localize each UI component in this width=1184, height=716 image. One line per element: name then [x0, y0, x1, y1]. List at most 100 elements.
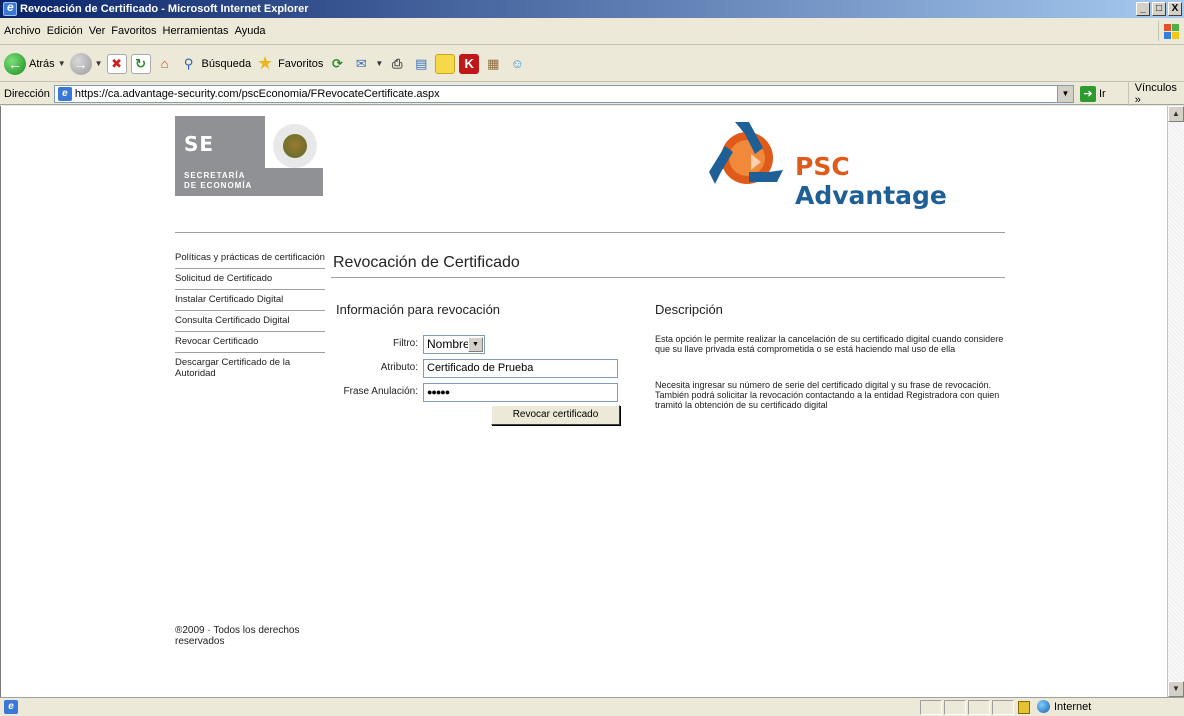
menu-archivo[interactable]: Archivo [4, 25, 47, 37]
se-logo-line1: SECRETARÍA [184, 171, 246, 180]
page-status-icon: e [4, 700, 18, 714]
address-url[interactable]: https://ca.advantage-security.com/pscEco… [75, 88, 440, 100]
back-arrow-icon: ← [4, 52, 26, 75]
status-pane [992, 700, 1014, 715]
revoke-button[interactable]: Revocar certificado [491, 405, 620, 425]
search-label: Búsqueda [201, 57, 252, 70]
address-input[interactable]: e https://ca.advantage-security.com/pscE… [53, 84, 1074, 103]
go-label: Ir [1098, 87, 1106, 100]
chevron-down-icon[interactable]: ▼ [375, 59, 383, 68]
menu-ver[interactable]: Ver [89, 25, 112, 37]
search-icon: ⚲ [183, 55, 194, 71]
header-divider [175, 232, 1005, 233]
psc-logo-psc: PSC [795, 152, 850, 181]
attribute-label: Atributo: [380, 362, 418, 373]
zone-label: Internet [1054, 700, 1092, 713]
favorites-label: Favoritos [278, 57, 324, 70]
psc-logo-text: PSC Advantage [795, 152, 1005, 210]
status-pane [944, 700, 966, 715]
attribute-input[interactable]: Certificado de Prueba [423, 359, 618, 378]
se-logo: SE SECRETARÍA DE ECONOMÍA [175, 116, 323, 196]
title-divider [331, 277, 1005, 278]
globe-icon [1037, 700, 1050, 713]
sidebar-item-install[interactable]: Instalar Certificado Digital [175, 290, 325, 311]
footer-copyright: ®2009 · Todos los derechos reservados [175, 625, 300, 647]
print-icon[interactable]: ⎙ [387, 54, 407, 74]
links-label: Vínculos [1134, 81, 1177, 94]
history-icon[interactable]: ⟳ [327, 54, 347, 74]
refresh-icon[interactable]: ↻ [130, 53, 151, 74]
windows-logo-icon [1158, 21, 1180, 41]
window-controls: _ □ X [1136, 2, 1182, 16]
folder-icon[interactable] [435, 53, 456, 74]
home-icon[interactable]: ⌂ [155, 54, 175, 74]
status-pane [968, 700, 990, 715]
minimize-button[interactable]: _ [1136, 2, 1150, 16]
page-icon: e [57, 86, 72, 101]
menu-bar: Archivo Edición Ver Favoritos Herramient… [0, 18, 1184, 45]
sidebar-item-policies[interactable]: Políticas y prácticas de certificación [175, 248, 325, 269]
form-heading: Información para revocación [336, 302, 501, 317]
go-button[interactable]: ➔ Ir [1079, 85, 1106, 102]
filter-value: Nombre [427, 337, 470, 351]
go-arrow-icon: ➔ [1079, 85, 1096, 102]
back-button[interactable]: ← Atrás ▼ [4, 52, 66, 75]
security-zone: Internet [1037, 700, 1091, 713]
chevron-down-icon[interactable]: ▼ [95, 59, 103, 68]
window-title: Revocación de Certificado - Microsoft In… [20, 3, 309, 15]
status-pane [920, 700, 942, 715]
chevron-down-icon[interactable]: ▼ [468, 337, 483, 352]
maximize-button[interactable]: □ [1152, 2, 1166, 16]
research-icon[interactable]: ▦ [483, 54, 503, 74]
menu-herramientas[interactable]: Herramientas [163, 25, 235, 37]
menu-favoritos[interactable]: Favoritos [111, 25, 162, 37]
description-paragraph-2: Necesita ingresar su número de serie del… [655, 380, 1000, 410]
sidebar-item-query[interactable]: Consulta Certificado Digital [175, 311, 325, 332]
vertical-scrollbar[interactable]: ▲ ▼ [1167, 106, 1184, 697]
ie-icon [3, 0, 17, 16]
links-button[interactable]: Vínculos » [1127, 81, 1184, 106]
menu-edicion[interactable]: Edición [47, 25, 89, 37]
phrase-label: Frase Anulación: [343, 386, 419, 397]
description-heading: Descripción [655, 302, 723, 317]
sidebar-item-revoke[interactable]: Revocar Certificado [175, 332, 325, 353]
sidebar-item-download[interactable]: Descargar Certificado de la Autoridad [175, 353, 325, 384]
se-logo-subtitle: SECRETARÍA DE ECONOMÍA [184, 171, 252, 191]
star-icon: ★ [257, 53, 274, 73]
back-label: Atrás [29, 57, 55, 70]
sidebar-item-request[interactable]: Solicitud de Certificado [175, 269, 325, 290]
se-logo-abbr: SE [184, 132, 215, 156]
address-bar: Dirección e https://ca.advantage-securit… [0, 81, 1184, 106]
filter-select[interactable]: Nombre ▼ [423, 335, 485, 354]
antivirus-icon[interactable]: K [459, 53, 480, 74]
se-logo-line2: DE ECONOMÍA [184, 181, 253, 190]
forward-button[interactable]: → ▼ [69, 52, 103, 75]
filter-label: Filtro: [393, 338, 418, 349]
mexico-seal-icon [273, 124, 317, 168]
scroll-up-icon[interactable]: ▲ [1168, 106, 1184, 122]
address-label: Dirección [4, 87, 50, 100]
scroll-down-icon[interactable]: ▼ [1168, 681, 1184, 697]
lock-icon[interactable] [1018, 701, 1030, 714]
page-content: SE SECRETARÍA DE ECONOMÍA PSC Advantage … [0, 106, 1167, 697]
menu-ayuda[interactable]: Ayuda [235, 25, 272, 37]
sidebar-nav: Políticas y prácticas de certificación S… [175, 248, 325, 384]
psc-logo-icon [709, 122, 783, 184]
phrase-input[interactable]: ●●●●● [423, 383, 618, 402]
mail-icon[interactable]: ✉ [351, 54, 371, 74]
messenger-icon[interactable]: ☺ [507, 54, 527, 74]
chevron-down-icon[interactable]: ▼ [1056, 85, 1073, 102]
status-bar: e Internet [0, 697, 1184, 716]
page-title: Revocación de Certificado [333, 254, 520, 271]
psc-advantage-logo: PSC Advantage [705, 114, 1005, 210]
favorites-button[interactable]: ★ Favoritos [255, 53, 324, 74]
close-button[interactable]: X [1168, 2, 1182, 16]
edit-icon[interactable]: ▤ [411, 54, 431, 74]
search-button[interactable]: ⚲ Búsqueda [179, 54, 252, 74]
forward-arrow-icon: → [69, 52, 92, 75]
toolbar: ← Atrás ▼ → ▼ ✖ ↻ ⌂ ⚲ Búsqueda ★ Favorit… [0, 46, 1184, 82]
stop-icon[interactable]: ✖ [106, 53, 127, 74]
chevron-down-icon[interactable]: ▼ [58, 59, 66, 68]
window-title-bar: Revocación de Certificado - Microsoft In… [0, 0, 1184, 18]
psc-logo-advantage: Advantage [795, 181, 947, 210]
